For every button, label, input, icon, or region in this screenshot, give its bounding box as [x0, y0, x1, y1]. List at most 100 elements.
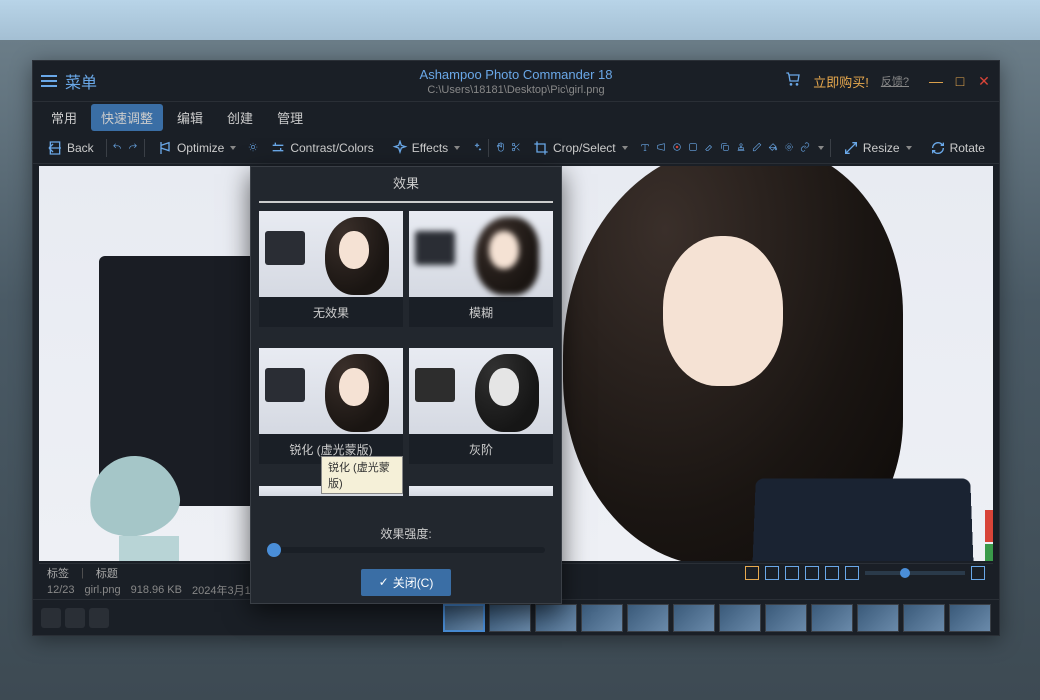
titlebar: 菜单 Ashampoo Photo Commander 18 C:\Users\… — [33, 61, 999, 101]
effect-tile-more[interactable] — [409, 486, 553, 511]
effects-button[interactable]: Effects — [386, 137, 466, 159]
strength-slider[interactable] — [267, 547, 545, 553]
effect-tooltip: 锐化 (虚光蒙版) — [321, 456, 403, 494]
title-center: Ashampoo Photo Commander 18 C:\Users\181… — [420, 67, 613, 96]
zoom-out-icon[interactable] — [845, 566, 859, 580]
status-index: 12/23 — [47, 584, 75, 596]
effect-tile-grayscale[interactable]: 灰阶 — [409, 348, 553, 479]
status-size: 918.96 KB — [131, 584, 182, 596]
hand-icon[interactable] — [495, 139, 505, 157]
caret-icon — [906, 146, 912, 150]
zoom-slider[interactable] — [865, 571, 965, 575]
strength-label: 效果强度: — [251, 519, 561, 547]
perspective-icon[interactable] — [656, 139, 666, 157]
thumbnail-item[interactable] — [765, 604, 807, 632]
back-label: Back — [67, 141, 94, 155]
star-icon[interactable] — [745, 566, 759, 580]
thumbnail-item[interactable] — [581, 604, 623, 632]
thumbnail-item[interactable] — [949, 604, 991, 632]
tab-bar: 常用 快速调整 编辑 创建 管理 — [33, 102, 999, 132]
green-side-tab[interactable] — [985, 544, 993, 561]
photo-portrait — [503, 166, 983, 561]
stamp-icon[interactable] — [736, 139, 746, 157]
thumbnail-item[interactable] — [673, 604, 715, 632]
menu-button[interactable]: 菜单 — [41, 69, 97, 93]
thumb-prev-button[interactable] — [41, 608, 61, 628]
resize-button[interactable]: Resize — [837, 137, 918, 159]
red-side-tab[interactable] — [985, 510, 993, 542]
thumbnail-item[interactable] — [811, 604, 853, 632]
dialog-title: 效果 — [251, 167, 561, 197]
effect-label: 无效果 — [259, 297, 403, 327]
thumbnail-strip — [33, 599, 999, 635]
zoom-fit-icon[interactable] — [785, 566, 799, 580]
thumbnail-item[interactable] — [535, 604, 577, 632]
check-icon: ✓ — [379, 575, 389, 589]
grid-icon[interactable] — [765, 566, 779, 580]
fill-icon[interactable] — [768, 139, 778, 157]
text-icon[interactable] — [640, 139, 650, 157]
effect-label: 模糊 — [409, 297, 553, 327]
thumbnail-item[interactable] — [489, 604, 531, 632]
effect-tile-none[interactable]: 无效果 — [259, 211, 403, 342]
focus-icon[interactable] — [784, 139, 794, 157]
scissors-icon[interactable] — [511, 139, 521, 157]
dialog-close-button[interactable]: ✓ 关闭(C) — [361, 569, 452, 596]
back-button[interactable]: Back — [41, 137, 100, 159]
contrast-label: Contrast/Colors — [290, 141, 373, 155]
maximize-button[interactable]: □ — [953, 74, 967, 88]
effect-tile-sharpen[interactable]: 锐化 (虚光蒙版) 锐化 (虚光蒙版) — [259, 348, 403, 479]
separator — [144, 139, 145, 157]
separator — [106, 139, 107, 157]
sparkle-icon[interactable] — [472, 139, 482, 157]
tab-edit[interactable]: 编辑 — [167, 104, 213, 131]
redo-icon[interactable] — [128, 139, 138, 157]
tab-create[interactable]: 创建 — [217, 104, 263, 131]
effect-tile-blur[interactable]: 模糊 — [409, 211, 553, 342]
thumbnail-item[interactable] — [857, 604, 899, 632]
effects-label: Effects — [412, 141, 448, 155]
resize-label: Resize — [863, 141, 900, 155]
optimize-button[interactable]: Optimize — [151, 137, 242, 159]
minimize-button[interactable]: — — [929, 74, 943, 88]
tab-manage[interactable]: 管理 — [267, 104, 313, 131]
close-button[interactable]: ✕ — [977, 74, 991, 88]
caret-icon — [818, 146, 824, 150]
zoom-actual-icon[interactable] — [805, 566, 819, 580]
crop-button[interactable]: Crop/Select — [527, 137, 634, 159]
redeye-icon[interactable] — [672, 139, 682, 157]
brightness-icon[interactable] — [248, 139, 258, 157]
zoom-in-icon[interactable] — [971, 566, 985, 580]
title-label[interactable]: 标题 — [96, 565, 118, 581]
close-label: 关闭(C) — [393, 574, 434, 591]
caret-icon — [230, 146, 236, 150]
contrast-button[interactable]: Contrast/Colors — [264, 137, 379, 159]
thumbnail-item[interactable] — [443, 604, 485, 632]
thumbnail-item[interactable] — [903, 604, 945, 632]
fullscreen-icon[interactable] — [825, 566, 839, 580]
clone-icon[interactable] — [720, 139, 730, 157]
shape-icon[interactable] — [688, 139, 698, 157]
rotate-label: Rotate — [950, 141, 985, 155]
cart-icon[interactable] — [785, 71, 801, 92]
undo-icon[interactable] — [112, 139, 122, 157]
tag-label[interactable]: 标签 — [47, 565, 69, 581]
thumbnail-item[interactable] — [719, 604, 761, 632]
link-icon[interactable] — [800, 139, 810, 157]
menu-label: 菜单 — [65, 69, 97, 93]
feedback-link[interactable]: 反馈? — [881, 73, 909, 89]
tab-quick-adjust[interactable]: 快速调整 — [91, 104, 163, 131]
caret-icon — [454, 146, 460, 150]
tab-common[interactable]: 常用 — [41, 104, 87, 131]
effects-dialog: 效果 无效果 模糊 锐化 (虚光蒙版) 锐化 (虚光蒙版) 灰阶 效果强度: ✓ — [250, 166, 562, 604]
thumb-play-button[interactable] — [65, 608, 85, 628]
thumbnail-item[interactable] — [627, 604, 669, 632]
rotate-button[interactable]: Rotate — [924, 137, 991, 159]
buy-now-link[interactable]: 立即购买! — [813, 72, 869, 91]
crop-label: Crop/Select — [553, 141, 616, 155]
eraser-icon[interactable] — [704, 139, 714, 157]
pen-icon[interactable] — [752, 139, 762, 157]
effects-grid: 无效果 模糊 锐化 (虚光蒙版) 锐化 (虚光蒙版) 灰阶 — [251, 203, 561, 519]
thumb-next-button[interactable] — [89, 608, 109, 628]
effect-label: 灰阶 — [409, 434, 553, 464]
